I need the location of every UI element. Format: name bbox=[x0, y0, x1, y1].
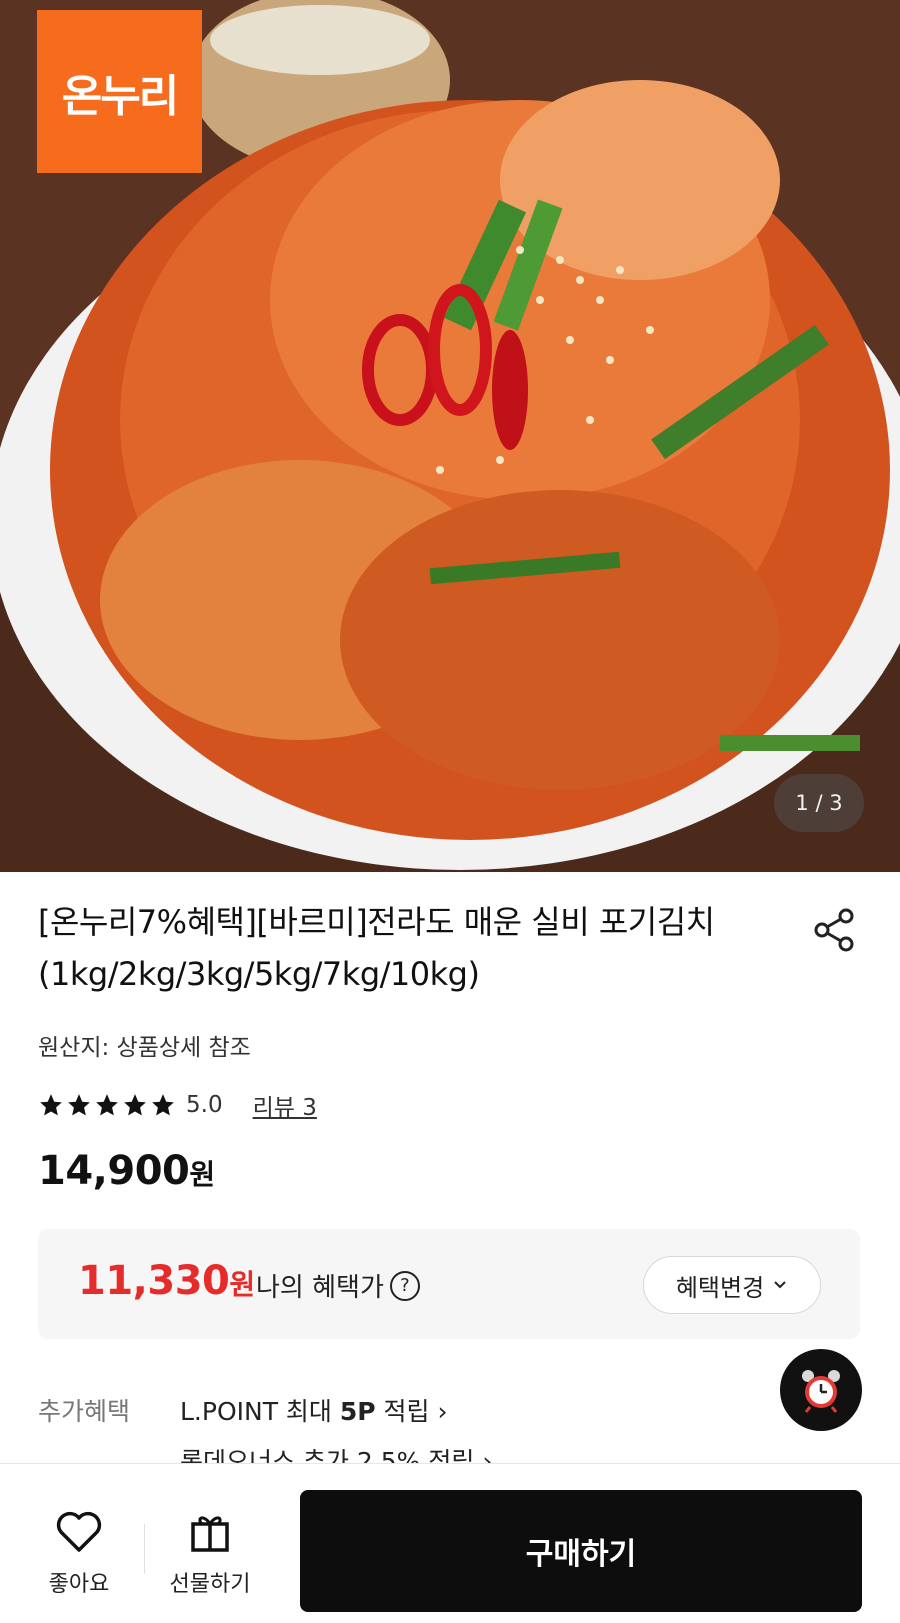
rating-value: 5.0 bbox=[186, 1092, 223, 1118]
lpoint-prefix: L.POINT 최대 bbox=[180, 1397, 340, 1426]
product-title: [온누리7%혜택][바르미]전라도 매운 실비 포기김치(1kg/2kg/3kg… bbox=[38, 903, 715, 993]
extra-benefit-label: 추가혜택 bbox=[38, 1397, 131, 1426]
gift-button[interactable]: 선물하기 bbox=[165, 1510, 255, 1598]
rating-stars bbox=[38, 1092, 176, 1118]
help-icon[interactable]: ? bbox=[389, 1270, 420, 1301]
buy-label: 구매하기 bbox=[525, 1537, 637, 1572]
brand-logo: 온누리 bbox=[37, 10, 202, 173]
lpoint-suffix: 적립 bbox=[375, 1397, 430, 1426]
benefit-price: 11,330원 bbox=[78, 1258, 255, 1304]
benefit-price-unit: 원 bbox=[229, 1268, 255, 1301]
benefit-price-box: 11,330원 나의 혜택가 ? 혜택변경 bbox=[38, 1229, 860, 1339]
benefit-price-value: 11,330 bbox=[78, 1258, 230, 1304]
like-button[interactable]: 좋아요 bbox=[34, 1510, 124, 1598]
original-price: 14,900원 bbox=[38, 1148, 215, 1194]
review-link[interactable]: 리뷰 3 bbox=[253, 1088, 317, 1122]
change-benefit-button[interactable]: 혜택변경 bbox=[643, 1256, 821, 1314]
rating-row: 5.0 리뷰 3 bbox=[38, 1088, 317, 1122]
heart-icon bbox=[56, 1511, 102, 1552]
lpoint-amount: 5P bbox=[339, 1397, 376, 1426]
benefit-label: 나의 혜택가 ? bbox=[256, 1267, 420, 1304]
chevron-right-icon: › bbox=[437, 1397, 448, 1426]
gift-icon bbox=[191, 1516, 229, 1552]
alarm-clock-icon bbox=[802, 1370, 840, 1413]
star-icon bbox=[124, 1094, 146, 1116]
star-icon bbox=[40, 1094, 62, 1116]
share-icon bbox=[814, 908, 854, 952]
image-counter: 1 / 3 bbox=[774, 774, 864, 832]
lpoint-benefit-link[interactable]: L.POINT 최대 5P 적립 › bbox=[180, 1392, 448, 1428]
like-label: 좋아요 bbox=[48, 1572, 110, 1597]
origin-info: 원산지: 상품상세 참조 bbox=[38, 1035, 251, 1061]
star-icon bbox=[152, 1094, 174, 1116]
price-value: 14,900 bbox=[38, 1148, 190, 1194]
divider bbox=[144, 1524, 145, 1574]
share-button[interactable] bbox=[810, 906, 858, 954]
bottom-action-bar: 좋아요 선물하기 구매하기 bbox=[0, 1463, 900, 1623]
change-benefit-label: 혜택변경 bbox=[675, 1273, 765, 1302]
price-unit: 원 bbox=[189, 1158, 215, 1191]
buy-button[interactable]: 구매하기 bbox=[300, 1490, 862, 1612]
benefit-label-text: 나의 혜택가 bbox=[256, 1273, 384, 1303]
alarm-button[interactable] bbox=[780, 1349, 862, 1431]
gift-label: 선물하기 bbox=[169, 1572, 251, 1597]
star-icon bbox=[68, 1094, 90, 1116]
star-icon bbox=[96, 1094, 118, 1116]
brand-logo-text: 온누리 bbox=[61, 70, 179, 122]
chevron-down-icon bbox=[774, 1281, 786, 1289]
extra-benefit-row: 추가혜택 L.POINT 최대 5P 적립 › bbox=[38, 1392, 448, 1428]
product-image[interactable]: 온누리 1 / 3 bbox=[0, 0, 900, 872]
